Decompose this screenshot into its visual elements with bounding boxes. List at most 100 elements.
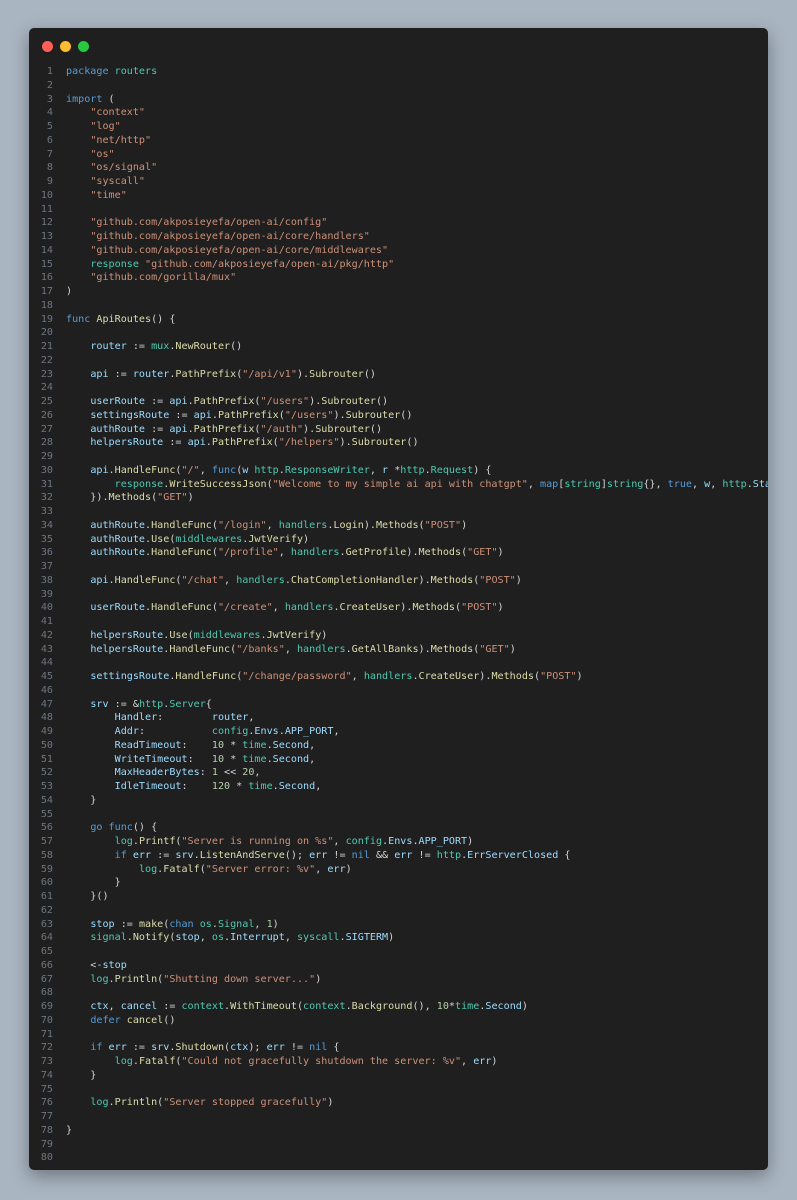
code-line: 19 func ApiRoutes() { [29,313,768,327]
code-token: "os/signal" [90,162,158,174]
code-token: { [205,698,212,710]
code-line: 46 [29,684,768,698]
code-line: 66 <-stop [29,959,768,973]
code-token: api [90,368,109,380]
code-line: 65 [29,945,768,959]
code-token: err [473,1056,492,1067]
code-text: }() [66,890,108,904]
line-number: 65 [40,946,53,957]
line-number: 72 [40,1042,53,1054]
code-token: "POST" [424,519,462,531]
line-number: 26 [40,409,53,421]
code-text: if err := srv.ListenAndServe(); err != n… [66,849,571,863]
code-text: IdleTimeout: 120 * time.Second, [66,780,322,794]
code-token: nil [351,849,370,861]
line-number: 3 [46,93,53,105]
code-token: Methods [491,671,534,682]
code-token: () [400,409,413,421]
code-token: helpersRoute [90,437,164,449]
code-token: HandleFunc [151,519,212,531]
line-number: 7 [46,148,53,160]
code-token: config [345,836,383,847]
line-number: 63 [40,918,53,930]
line-number: 1 [46,66,53,77]
line-number: 28 [40,437,53,449]
code-token: middlewares [193,629,261,641]
code-token: { [327,1042,340,1054]
minimize-window-icon[interactable] [60,41,71,52]
code-token: Printf [138,836,176,847]
code-token: "GET" [479,643,510,655]
code-token: != [327,849,352,861]
code-token: "/change/password" [242,671,352,682]
line-number: 45 [40,671,53,682]
code-token: ) [66,286,73,297]
code-token: router [132,368,170,380]
line-number: 55 [40,808,53,820]
code-text: import ( [66,93,115,107]
code-token: log [90,973,109,985]
code-token: api [193,409,212,421]
code-token: err [394,849,413,861]
code-token: , [527,478,541,490]
code-token: , [266,519,279,531]
code-line: 3 import ( [29,93,768,107]
code-token: ) [509,643,516,655]
code-token: "log" [90,121,121,132]
code-token: authRoute [90,519,146,531]
code-token: , [254,918,267,930]
maximize-window-icon[interactable] [78,41,89,52]
line-number: 71 [40,1028,53,1040]
code-line: 80 [29,1151,768,1165]
code-token: NewRouter [175,341,231,352]
code-token: nil [309,1042,328,1054]
code-token: APP_PORT [284,726,334,737]
line-number: 23 [40,368,53,380]
code-token: ) { [473,464,492,476]
code-line: 21 router := mux.NewRouter() [29,340,768,354]
code-token: := [151,849,176,861]
code-line: 76 log.Println("Server stopped gracefull… [29,1096,768,1110]
code-token: Subrouter [315,423,370,435]
code-line: 56 go func() { [29,821,768,835]
code-token: handlers [236,574,285,586]
code-token: string [564,478,601,490]
code-token: handlers [284,602,334,614]
code-token: "POST" [461,602,498,614]
line-number: 35 [40,533,53,545]
code-line: 47 srv := &http.Server{ [29,698,768,712]
code-token: response [90,258,139,270]
code-token: , [333,726,340,737]
code-token: handlers [278,519,328,531]
code-line: 70 defer cancel() [29,1014,768,1028]
code-token: ). [479,671,492,682]
code-token: Addr [114,726,139,737]
code-line: 13 "github.com/akposieyefa/open-ai/core/… [29,230,768,244]
line-number: 74 [40,1069,53,1081]
code-token: ). [418,643,431,655]
code-line: 63 stop := make(chan os.Signal, 1) [29,918,768,932]
code-token: * [224,753,243,765]
code-token: : [187,753,212,765]
code-token: * [224,739,243,751]
close-window-icon[interactable] [42,41,53,52]
code-token: http [436,849,462,861]
code-editor-window: 1 package routers 2 3 import (4 "context" 5 "… [29,28,768,1170]
code-token: "github.com/akposieyefa/open-ai/pkg/http… [145,258,395,270]
code-token: () { [151,313,176,325]
code-token: Use [169,629,188,641]
code-line: 38 api.HandleFunc("/chat", handlers.Chat… [29,574,768,588]
code-token: ( [102,93,115,105]
code-token: 120 [211,781,231,792]
code-token: Methods [430,574,474,586]
code-token: func [108,822,133,834]
code-token: helpersRoute [90,629,164,641]
code-line: 25 userRoute := api.PathPrefix("/users")… [29,395,768,409]
code-token: http [722,478,747,490]
